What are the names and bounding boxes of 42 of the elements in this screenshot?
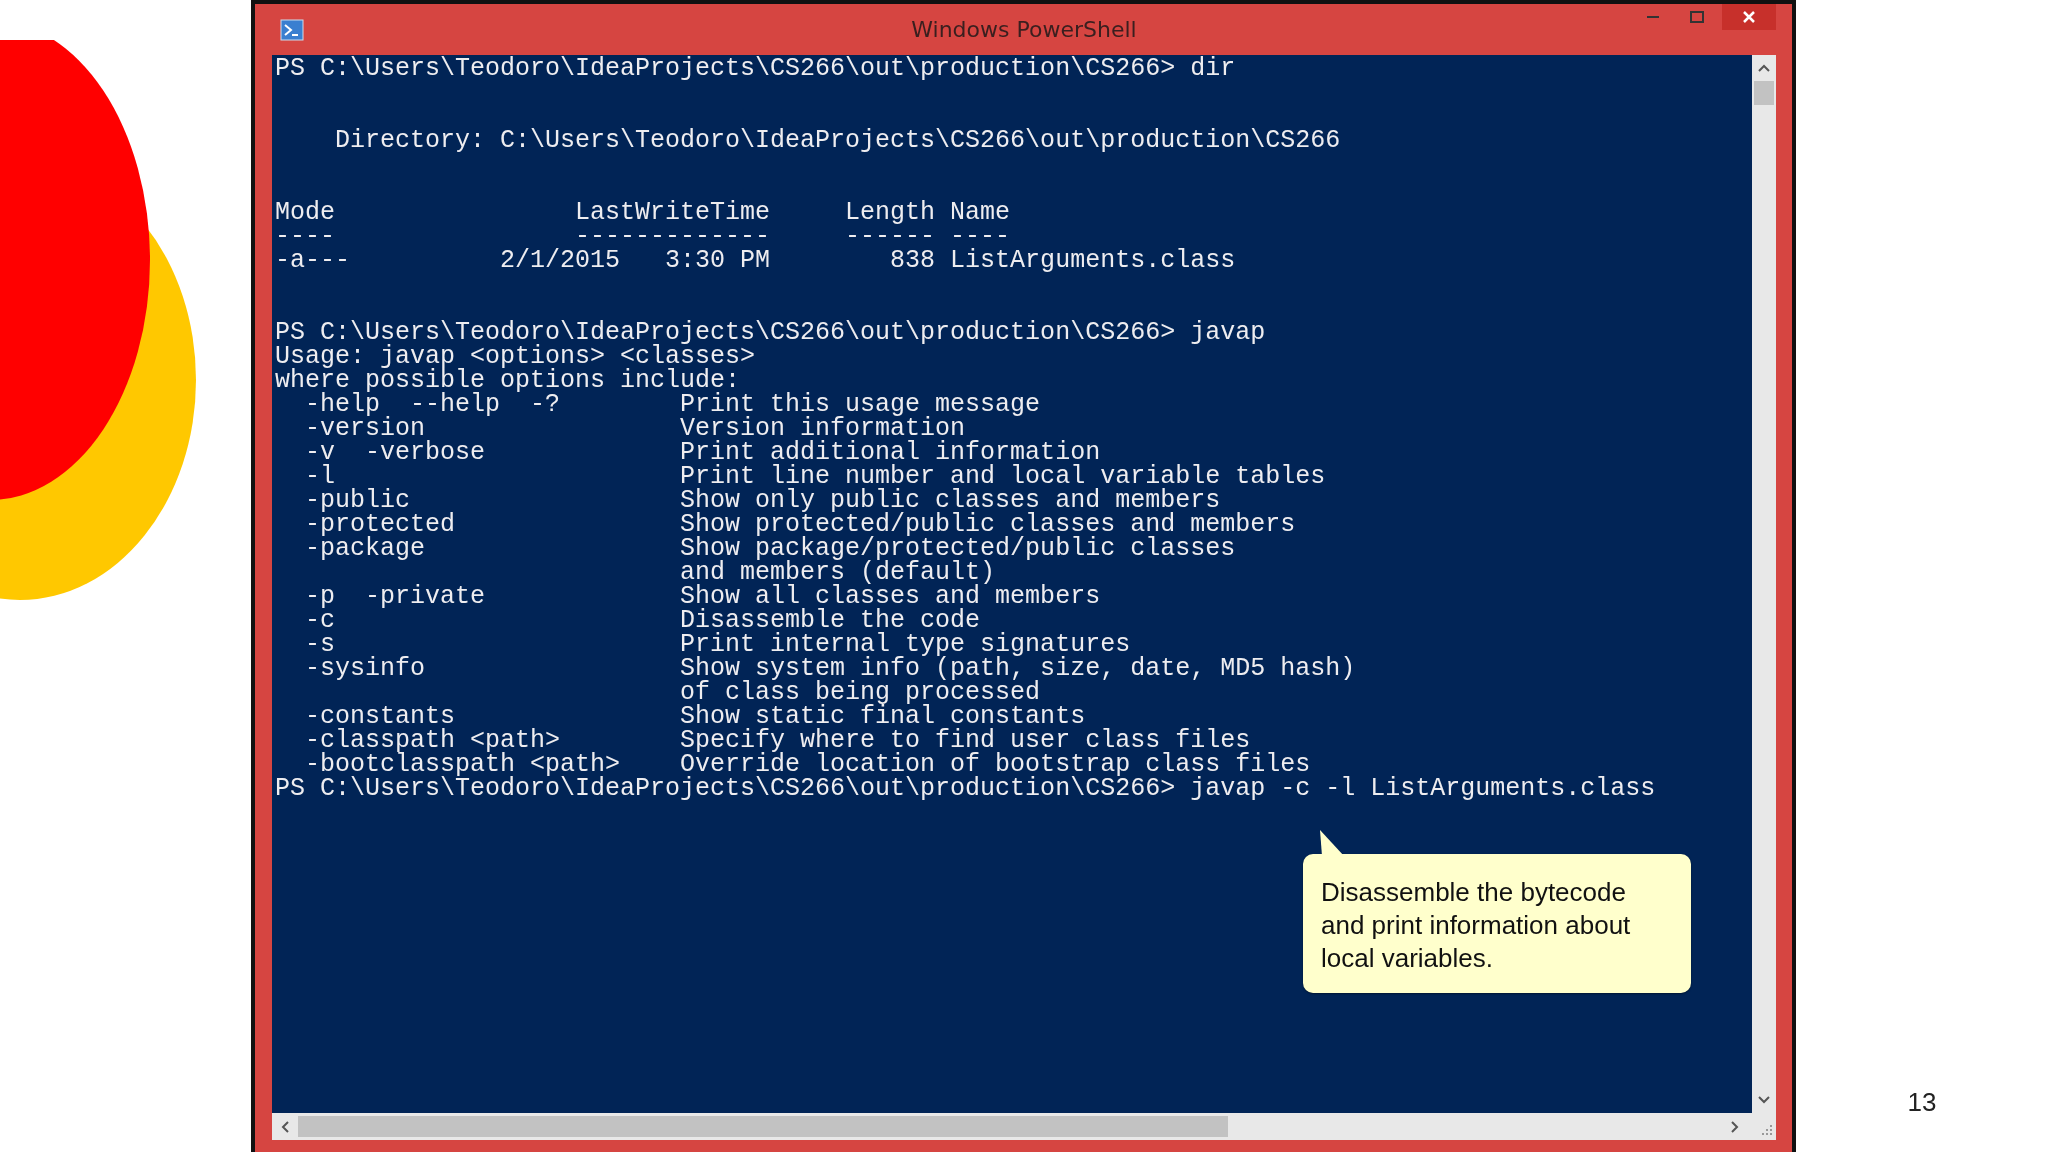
console-line: -l Print line number and local variable tables: [304, 465, 1326, 489]
console-line: -version Version information: [304, 417, 966, 441]
callout-text: and print information about: [1321, 909, 1632, 942]
callout-text: Disassemble the bytecode: [1321, 876, 1627, 909]
console-line: Directory: C:\Users\Teodoro\IdeaProjects\CS266\out\production\CS266: [334, 129, 1341, 153]
console-line: PS C:\Users\Teodoro\IdeaProjects\CS266\out\production\CS266> javap: [275, 321, 1266, 345]
close-icon: [1742, 10, 1756, 24]
console-line: -c Disassemble the code: [304, 609, 981, 633]
console-line: ---- ------------- ------ ----: [275, 225, 1011, 249]
console-line: -p -private Show all classes and members: [304, 585, 1101, 609]
scroll-up-icon[interactable]: [1757, 63, 1771, 73]
console-line: -a--- 2/1/2015 3:30 PM 838 ListArguments.class: [275, 249, 1236, 273]
page-number: 13: [1907, 1087, 1937, 1118]
callout-text: local variables.: [1321, 942, 1494, 975]
close-button[interactable]: [1722, 4, 1776, 30]
maximize-icon: [1690, 11, 1704, 23]
console-line: -v -verbose Print additional information: [304, 441, 1101, 465]
console-line: -sysinfo Show system info (path, size, date, MD5 hash): [304, 657, 1356, 681]
vertical-scrollbar[interactable]: [1752, 55, 1776, 1113]
scroll-down-icon[interactable]: [1757, 1095, 1771, 1105]
console-line: -s Print internal type signatures: [304, 633, 1131, 657]
powershell-icon: [280, 18, 304, 41]
scroll-right-icon[interactable]: [1730, 1119, 1740, 1134]
scrollbar-thumb[interactable]: [1754, 81, 1774, 105]
console-line: of class being processed: [679, 681, 1041, 705]
console-line: Usage: javap <options> <classes>: [275, 345, 756, 369]
console-line: Mode LastWriteTime Length Name: [275, 201, 1011, 225]
scroll-left-icon[interactable]: [280, 1119, 290, 1134]
console-line: -constants Show static final constants: [304, 705, 1086, 729]
console-line: -help --help -? Print this usage message: [304, 393, 1041, 417]
scrollbar-thumb[interactable]: [298, 1116, 1228, 1137]
window-title: Windows PowerShell: [911, 17, 1137, 42]
console-line: -bootclasspath <path> Override location of bootstrap class files: [304, 753, 1311, 777]
console-line: PS C:\Users\Teodoro\IdeaProjects\CS266\out\production\CS266> dir: [275, 57, 1236, 81]
console-line: and members (default): [679, 561, 996, 585]
console-line: -protected Show protected/public classes and members: [304, 513, 1296, 537]
console-line: -classpath <path> Specify where to find user class files: [304, 729, 1251, 753]
console-line: where possible options include:: [275, 369, 741, 393]
console-line: -public Show only public classes and members: [304, 489, 1221, 513]
console-line: PS C:\Users\Teodoro\IdeaProjects\CS266\out\production\CS266> javap -c -l ListArguments.class: [275, 777, 1656, 801]
minimize-icon: [1647, 15, 1659, 19]
console-line: -package Show package/protected/public classes: [304, 537, 1236, 561]
